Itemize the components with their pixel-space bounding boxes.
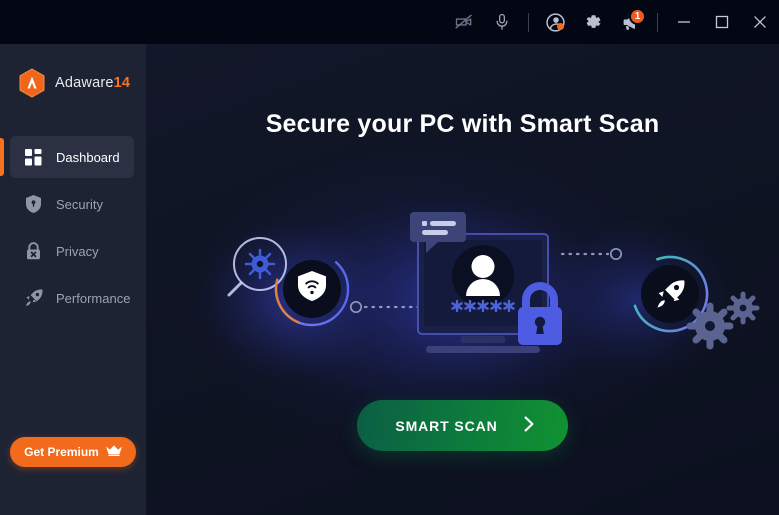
- get-premium-label: Get Premium: [24, 445, 99, 459]
- window-controls: [665, 0, 779, 44]
- notifications-icon[interactable]: 1: [612, 0, 650, 44]
- close-button[interactable]: [741, 0, 779, 44]
- brand-version: 14: [113, 75, 131, 91]
- smart-scan-illustration: [146, 204, 779, 394]
- notification-badge: 1: [629, 8, 646, 25]
- webcam-blocked-icon[interactable]: [445, 0, 483, 44]
- sidebar-nav: Dashboard Security Privacy Performance: [0, 136, 146, 319]
- sidebar-item-privacy[interactable]: Privacy: [10, 230, 134, 272]
- grid-icon: [24, 148, 43, 167]
- cta-area: SMART SCAN: [146, 400, 779, 451]
- sidebar-item-label: Performance: [56, 290, 131, 306]
- titlebar-divider-1: [528, 12, 529, 32]
- lock-x-icon: [24, 242, 43, 261]
- crown-icon: [105, 445, 122, 459]
- main-content: Secure your PC with Smart Scan SMART SCA…: [146, 44, 779, 515]
- gear-icon[interactable]: [574, 0, 612, 44]
- premium-area: Get Premium: [0, 437, 146, 467]
- shield-key-icon: [24, 195, 43, 214]
- page-title: Secure your PC with Smart Scan: [265, 110, 660, 138]
- sidebar-item-dashboard[interactable]: Dashboard: [0, 136, 134, 178]
- smart-scan-button[interactable]: SMART SCAN: [357, 400, 568, 451]
- brand: Adaware14: [0, 44, 146, 98]
- title-bar: 1: [0, 0, 779, 44]
- titlebar-tool-group: 1: [445, 0, 665, 44]
- adaware-window: 1 Adaware14 Dashboard Security Privacy P…: [0, 0, 779, 515]
- rocket-icon: [24, 289, 43, 308]
- brand-text: Adaware14: [55, 75, 130, 91]
- sidebar-item-label: Security: [56, 196, 103, 212]
- microphone-icon[interactable]: [483, 0, 521, 44]
- sidebar-item-performance[interactable]: Performance: [10, 277, 134, 319]
- active-accent-bar: [0, 138, 4, 176]
- sidebar-item-security[interactable]: Security: [10, 183, 134, 225]
- minimize-button[interactable]: [665, 0, 703, 44]
- account-icon[interactable]: [536, 0, 574, 44]
- maximize-button[interactable]: [703, 0, 741, 44]
- adaware-hexagon-logo: [18, 68, 46, 98]
- sidebar-item-label: Privacy: [56, 243, 99, 259]
- sidebar-item-label: Dashboard: [56, 149, 120, 165]
- chevron-right-icon: [524, 416, 534, 435]
- smart-scan-label: SMART SCAN: [395, 417, 498, 434]
- brand-name: Adaware: [55, 75, 114, 91]
- get-premium-button[interactable]: Get Premium: [10, 437, 136, 467]
- account-status-dot: [557, 23, 564, 30]
- titlebar-divider-2: [657, 12, 658, 32]
- sidebar: Adaware14 Dashboard Security Privacy Per…: [0, 44, 146, 515]
